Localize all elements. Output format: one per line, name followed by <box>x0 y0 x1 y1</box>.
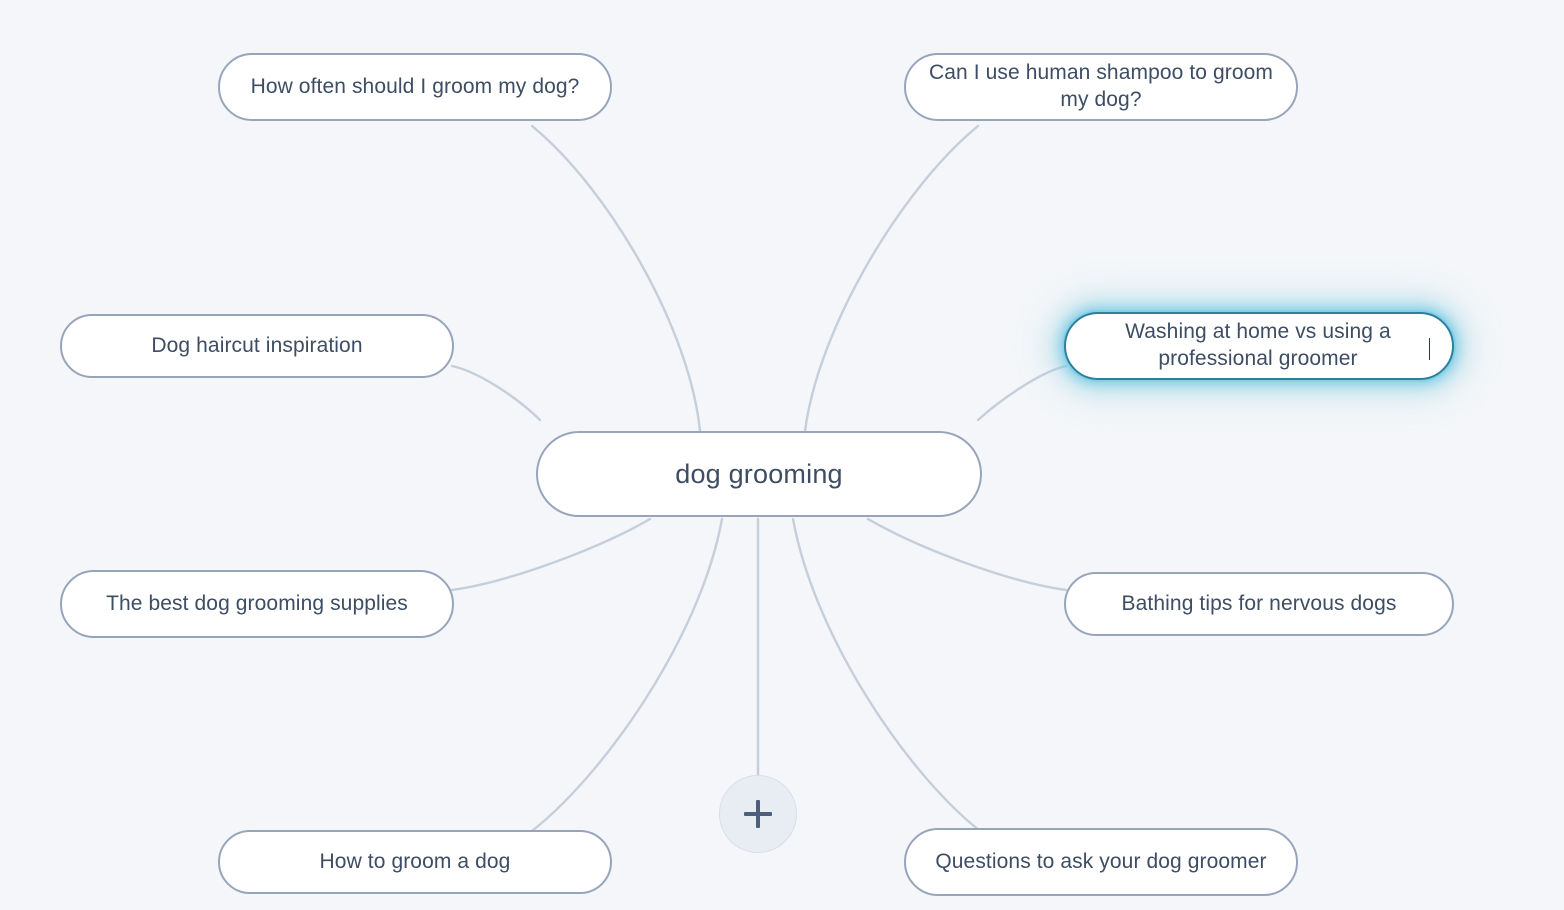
node-best-supplies[interactable]: The best dog grooming supplies <box>60 570 454 638</box>
edge-haircut-inspiration <box>450 364 542 422</box>
edge-best-supplies <box>450 517 652 592</box>
edge-questions-to-ask <box>791 517 986 836</box>
add-node-button[interactable] <box>719 775 797 853</box>
node-bathing-tips[interactable]: Bathing tips for nervous dogs <box>1064 572 1454 636</box>
edge-how-often-groom <box>530 124 702 433</box>
node-human-shampoo[interactable]: Can I use human shampoo to groom my dog? <box>904 53 1298 121</box>
edge-washing-at-home <box>976 364 1068 422</box>
edge-how-to-groom <box>526 517 724 836</box>
mind-map-canvas[interactable]: How often should I groom my dog? Can I u… <box>0 0 1564 910</box>
edge-human-shampoo <box>803 124 980 433</box>
node-label: The best dog grooming supplies <box>106 591 408 615</box>
node-label: Questions to ask your dog groomer <box>935 849 1267 873</box>
node-label: dog grooming <box>675 458 843 489</box>
node-center-dog-grooming[interactable]: dog grooming <box>536 431 982 517</box>
node-questions-to-ask[interactable]: Questions to ask your dog groomer <box>904 828 1298 896</box>
node-how-to-groom[interactable]: How to groom a dog <box>218 830 612 894</box>
node-haircut-inspiration[interactable]: Dog haircut inspiration <box>60 314 454 378</box>
edge-bathing-tips <box>866 517 1068 592</box>
node-label: Washing at home vs using a professional … <box>1125 320 1391 370</box>
node-label: How to groom a dog <box>319 849 511 873</box>
node-label: Dog haircut inspiration <box>151 333 363 357</box>
node-label: How often should I groom my dog? <box>250 74 580 98</box>
plus-icon-vertical <box>756 800 760 828</box>
node-washing-at-home[interactable]: Washing at home vs using a professional … <box>1064 312 1454 380</box>
node-how-often-groom[interactable]: How often should I groom my dog? <box>218 53 612 121</box>
node-label: Bathing tips for nervous dogs <box>1121 591 1397 615</box>
text-caret <box>1428 337 1430 361</box>
node-label: Can I use human shampoo to groom my dog? <box>928 61 1274 111</box>
